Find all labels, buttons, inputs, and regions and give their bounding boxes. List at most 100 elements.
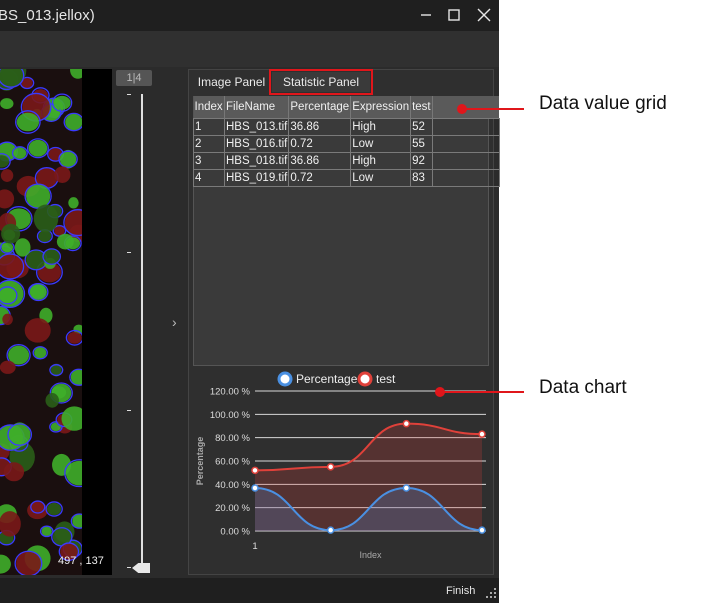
close-icon[interactable]	[473, 5, 495, 25]
finish-status: Finish	[446, 585, 476, 597]
column-header-expression[interactable]: Expression	[350, 96, 412, 118]
grid-cell[interactable]: 52	[410, 117, 433, 136]
grid-cell[interactable]: 83	[410, 168, 433, 187]
data-point[interactable]	[251, 466, 259, 475]
data-point[interactable]	[478, 430, 486, 438]
column-header-filename[interactable]: FileName	[224, 96, 290, 118]
annotation-line-grid	[462, 108, 524, 110]
legend-marker	[277, 371, 293, 387]
y-tick-label: 40.00 %	[215, 480, 250, 491]
annotation-label-chart: Data chart	[539, 377, 627, 398]
slider-tick	[127, 410, 131, 411]
cell-blob	[13, 147, 27, 159]
table-row[interactable]: 1 HBS_013.tif 36.86 High 52	[193, 117, 500, 136]
status-bar	[0, 578, 499, 603]
y-tick-label: 120.00 %	[210, 387, 251, 398]
data-value-grid[interactable]: Index FileName Percentage Expression tes…	[193, 96, 500, 187]
grid-cell[interactable]: 36.86	[288, 117, 352, 136]
y-tick-label: 60.00 %	[215, 457, 250, 468]
grid-cell[interactable]: 36.86	[288, 151, 352, 170]
grid-cell[interactable]: 4	[193, 168, 225, 187]
cell-blob	[56, 233, 74, 250]
column-header-index[interactable]: Index	[193, 96, 225, 118]
y-tick-label: 20.00 %	[215, 503, 250, 514]
grid-cell[interactable]: HBS_016.tif	[223, 134, 290, 153]
cursor-coordinates: 497 , 137	[58, 555, 104, 567]
x-tick-label: 1	[252, 541, 257, 552]
grid-cell[interactable]: 3	[193, 151, 225, 170]
cell-blob	[0, 169, 14, 182]
grid-cell-filler	[431, 168, 500, 187]
table-row[interactable]: 4 HBS_019.tif 0.72 Low 83	[193, 168, 500, 187]
microscopy-image[interactable]	[0, 69, 82, 575]
grid-cell[interactable]: 2	[193, 134, 225, 153]
grid-cell[interactable]: Low	[350, 134, 412, 153]
page-slider-track[interactable]	[141, 94, 143, 570]
table-row[interactable]: 2 HBS_016.tif 0.72 Low 55	[193, 134, 500, 153]
legend-label: Percentage	[296, 372, 358, 386]
cell-blob	[54, 166, 71, 183]
cell-blob	[24, 318, 51, 343]
grid-cell[interactable]: High	[350, 151, 412, 170]
data-point[interactable]	[251, 484, 259, 492]
chevron-right-icon[interactable]: ›	[172, 314, 177, 330]
y-tick-label: 0.00 %	[220, 527, 250, 538]
data-chart[interactable]: Percentage test120.00 %100.00 %80.00 %60.…	[190, 366, 492, 572]
cell-blob	[28, 139, 48, 157]
chart-legend: Percentage test	[277, 371, 396, 387]
grid-cell[interactable]: High	[350, 117, 412, 136]
cell-blob	[68, 197, 79, 209]
page-indicator: 1|4	[116, 70, 152, 86]
title-bar: BS_013.jellox)	[0, 0, 499, 31]
resize-grip-icon[interactable]	[486, 588, 496, 598]
tab-image-panel[interactable]: Image Panel	[193, 72, 270, 92]
grid-cell[interactable]: Low	[350, 168, 412, 187]
cell-blob	[0, 360, 16, 374]
legend-label: test	[376, 372, 396, 386]
data-point[interactable]	[326, 526, 335, 534]
table-row[interactable]: 3 HBS_018.tif 36.86 High 92	[193, 151, 500, 170]
cell-blob	[1, 223, 21, 244]
column-header-test[interactable]: test	[410, 96, 433, 118]
grid-cell[interactable]: 0.72	[288, 134, 352, 153]
grid-cell[interactable]: HBS_018.tif	[223, 151, 290, 170]
column-header-percentage[interactable]: Percentage	[288, 96, 352, 118]
data-point[interactable]	[326, 463, 335, 471]
toolbar	[0, 31, 499, 67]
cell-blob	[16, 112, 40, 132]
grid-header-row: Index FileName Percentage Expression tes…	[193, 96, 500, 118]
grid-cell[interactable]: 1	[193, 117, 225, 136]
image-background	[82, 69, 112, 575]
grid-cell[interactable]: 55	[410, 134, 433, 153]
cell-blob	[47, 502, 62, 516]
annotation-label-grid: Data value grid	[539, 93, 667, 114]
cell-blob	[0, 98, 14, 110]
grid-cell[interactable]: 0.72	[288, 168, 352, 187]
y-tick-label: 100.00 %	[210, 410, 251, 421]
cell-blob	[65, 113, 82, 131]
slider-tick	[127, 252, 131, 253]
grid-cell[interactable]: HBS_019.tif	[223, 168, 290, 187]
cell-blob	[2, 313, 13, 326]
y-tick-label: 80.00 %	[215, 433, 250, 444]
cell-blob	[53, 95, 71, 110]
data-point[interactable]	[478, 526, 486, 534]
grid-cell[interactable]: 92	[410, 151, 433, 170]
grid-cell[interactable]: HBS_013.tif	[223, 117, 290, 136]
cell-blob	[14, 238, 31, 257]
cell-blob	[1, 242, 14, 253]
tab-statistic-panel[interactable]: Statistic Panel	[269, 69, 373, 95]
data-point[interactable]	[402, 419, 411, 428]
data-point[interactable]	[402, 484, 411, 492]
grid-cell-filler	[431, 151, 500, 170]
y-axis-label: Percentage	[195, 437, 205, 486]
cell-blob	[30, 284, 47, 300]
minimize-icon[interactable]	[415, 5, 437, 25]
maximize-icon[interactable]	[443, 5, 465, 25]
slider-tick	[127, 94, 131, 95]
legend-marker	[357, 371, 373, 387]
cell-blob	[3, 462, 25, 482]
annotation-line-chart	[440, 391, 524, 393]
x-axis-label: Index	[359, 550, 382, 560]
cell-blob	[67, 331, 82, 344]
